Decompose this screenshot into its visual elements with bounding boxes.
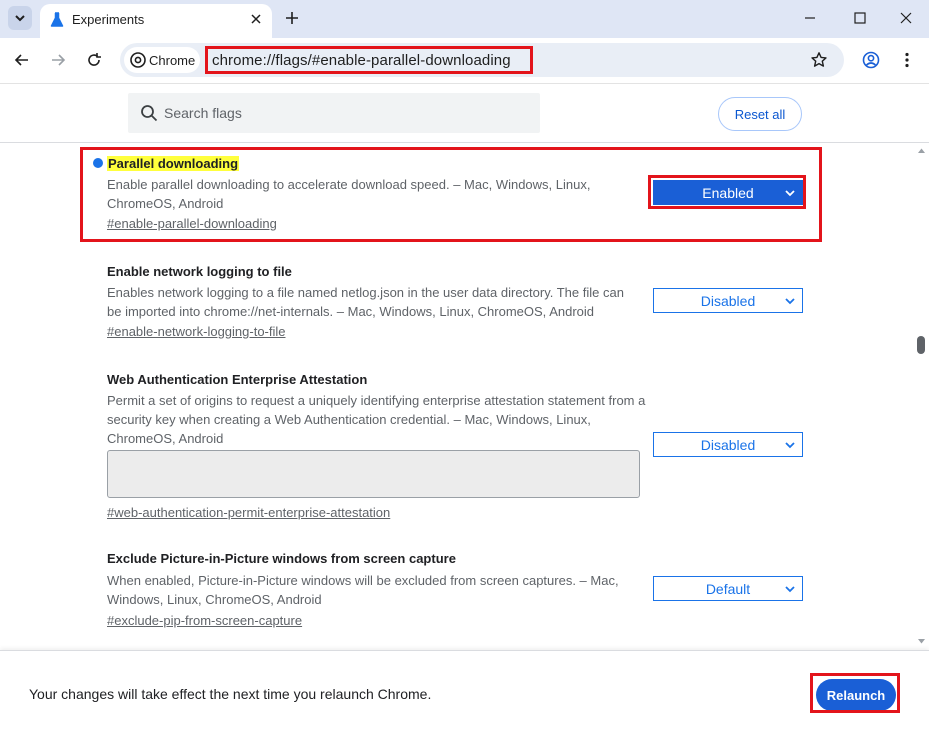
relaunch-highlight-box	[810, 673, 900, 713]
search-icon	[141, 105, 158, 122]
chevron-down-icon	[785, 298, 795, 305]
scroll-up-icon[interactable]	[917, 147, 926, 154]
close-icon[interactable]	[247, 10, 265, 28]
flag-title: Web Authentication Enterprise Attestatio…	[107, 372, 368, 387]
search-input[interactable]	[164, 93, 524, 133]
relaunch-bar: Your changes will take effect the next t…	[0, 650, 929, 735]
relaunch-message: Your changes will take effect the next t…	[29, 686, 432, 702]
flag-description: Enables network logging to a file named …	[107, 285, 624, 319]
plus-icon[interactable]	[282, 8, 302, 28]
profile-icon[interactable]	[861, 50, 881, 70]
chevron-down-icon	[785, 586, 795, 593]
flag-title: Enable network logging to file	[107, 264, 292, 279]
flags-header: Reset all	[0, 85, 929, 143]
select-highlight-box	[648, 175, 806, 209]
chip-label: Chrome	[149, 53, 196, 68]
reload-icon[interactable]	[84, 50, 104, 70]
flag-link[interactable]: #exclude-pip-from-screen-capture	[107, 613, 302, 628]
chevron-down-icon	[785, 442, 795, 449]
flag-select-webauthn-attestation[interactable]: Disabled	[653, 432, 803, 457]
select-value: Disabled	[700, 292, 756, 309]
scrollbar-thumb[interactable]	[917, 336, 925, 354]
origins-textarea[interactable]	[107, 450, 640, 498]
tab-experiments[interactable]: Experiments	[40, 4, 272, 38]
flag-description: When enabled, Picture-in-Picture windows…	[107, 573, 619, 607]
tab-search-button[interactable]	[8, 6, 32, 30]
tab-strip: Experiments	[0, 0, 929, 38]
reset-all-button[interactable]: Reset all	[718, 97, 802, 131]
star-icon[interactable]	[810, 51, 828, 69]
flask-icon	[50, 12, 64, 27]
minimize-icon[interactable]	[800, 8, 820, 28]
select-value: Disabled	[700, 436, 756, 453]
kebab-menu-icon[interactable]	[897, 50, 917, 70]
scrollbar[interactable]	[914, 144, 929, 650]
forward-arrow-icon[interactable]	[48, 50, 68, 70]
window-close-icon[interactable]	[896, 8, 916, 28]
select-value: Default	[705, 580, 751, 597]
flag-select-exclude-pip[interactable]: Default	[653, 576, 803, 601]
flag-select-network-logging[interactable]: Disabled	[653, 288, 803, 313]
back-arrow-icon[interactable]	[12, 50, 32, 70]
search-box[interactable]	[128, 93, 540, 133]
flag-description: Permit a set of origins to request a uni…	[107, 393, 646, 446]
flag-title: Exclude Picture-in-Picture windows from …	[107, 551, 456, 566]
site-info-chip[interactable]: Chrome	[124, 47, 200, 73]
chrome-icon	[130, 52, 146, 68]
scroll-down-icon[interactable]	[917, 638, 926, 645]
tab-title: Experiments	[72, 12, 145, 27]
chevron-down-icon	[15, 15, 25, 22]
flag-link[interactable]: #web-authentication-permit-enterprise-at…	[107, 505, 390, 520]
maximize-icon[interactable]	[850, 8, 870, 28]
flag-link[interactable]: #enable-network-logging-to-file	[107, 324, 286, 339]
url-highlight-box	[205, 46, 533, 74]
